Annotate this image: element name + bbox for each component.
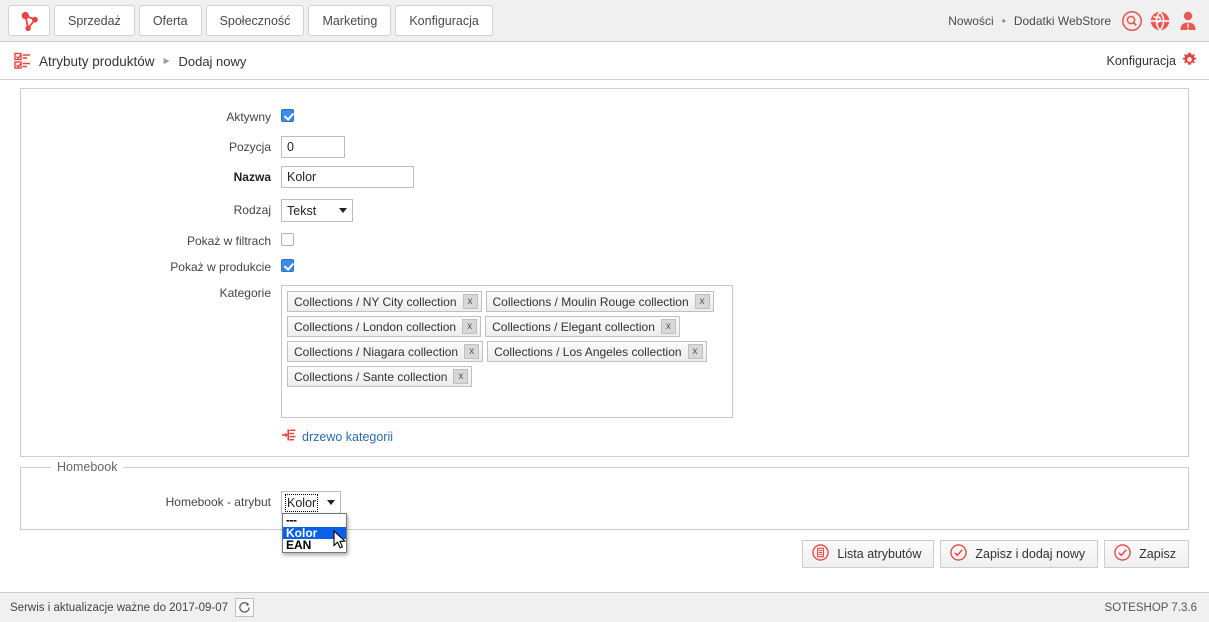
kategorie-multiselect[interactable]: Collections / NY City collection x Colle…: [281, 285, 733, 418]
remove-chip-icon[interactable]: x: [694, 294, 710, 309]
list-document-icon: [812, 544, 830, 564]
homebook-fieldset: Homebook Homebook - atrybut Kolor: [20, 460, 1189, 530]
field-row-rodzaj: Rodzaj Tekst: [21, 199, 353, 222]
configuration-link[interactable]: Konfiguracja: [1107, 42, 1198, 80]
input-nazwa[interactable]: [281, 166, 414, 188]
soteshop-logo-icon: [18, 11, 40, 31]
label-pozycja: Pozycja: [228, 140, 271, 154]
footer-version: SOTESHOP 7.3.6: [1104, 601, 1197, 614]
category-chip-label: Collections / Moulin Rouge collection: [492, 294, 689, 309]
category-chip-label: Collections / Sante collection: [294, 369, 448, 384]
zapisz-label: Zapisz: [1139, 547, 1176, 561]
footer-service-info: Serwis i aktualizacje ważne do 2017-09-0…: [10, 593, 254, 622]
option-empty[interactable]: ---: [283, 514, 346, 527]
select-homebook-atrybut[interactable]: Kolor: [281, 491, 341, 514]
category-chip-label: Collections / NY City collection: [294, 294, 457, 309]
breadcrumb-arrow-icon: ►: [161, 55, 172, 67]
remove-chip-icon[interactable]: x: [462, 319, 478, 334]
select-rodzaj[interactable]: Tekst: [281, 199, 353, 222]
category-tree-icon: [282, 428, 296, 445]
homebook-legend: Homebook: [51, 460, 124, 474]
form-action-buttons: Lista atrybutów Zapisz i dodaj nowy Zapi…: [802, 540, 1189, 568]
checkbox-pokaz-w-produkcie[interactable]: [281, 259, 294, 272]
chevron-down-icon: [339, 208, 347, 213]
main-nav-buttons: Sprzedaż Oferta Społeczność Marketing Ko…: [8, 5, 493, 36]
category-chip-label: Collections / Niagara collection: [294, 344, 459, 359]
user-icon[interactable]: [1175, 8, 1201, 34]
nav-item-marketing[interactable]: Marketing: [308, 5, 392, 36]
remove-chip-icon[interactable]: x: [660, 319, 676, 334]
category-chip-label: Collections / Los Angeles collection: [494, 344, 682, 359]
nav-item-konfiguracja[interactable]: Konfiguracja: [395, 5, 493, 36]
category-chip[interactable]: Collections / Niagara collection x: [287, 341, 484, 362]
label-homebook-atrybut: Homebook - atrybut: [165, 495, 271, 509]
zapisz-button[interactable]: Zapisz: [1104, 540, 1189, 568]
remove-chip-icon[interactable]: x: [453, 369, 469, 384]
label-pokaz-w-filtrach: Pokaż w filtrach: [186, 234, 271, 248]
service-validity-text: Serwis i aktualizacje ważne do 2017-09-0…: [10, 601, 228, 614]
link-dodatki-webstore[interactable]: Dodatki WebStore: [1008, 14, 1117, 28]
category-tree-link[interactable]: drzewo kategorii: [282, 428, 393, 445]
soteshop-logo-button[interactable]: [8, 5, 50, 36]
zapisz-i-dodaj-nowy-button[interactable]: Zapisz i dodaj nowy: [940, 540, 1099, 568]
link-nowosci[interactable]: Nowości: [942, 14, 999, 28]
label-nazwa: Nazwa: [233, 170, 271, 184]
nav-item-spolecznosc[interactable]: Społeczność: [205, 5, 305, 36]
select-homebook-value: Kolor: [284, 493, 319, 512]
breadcrumb: Atrybuty produktów ► Dodaj nowy: [14, 42, 246, 80]
field-row-kategorie: Kategorie Collections / NY City collecti…: [21, 285, 733, 418]
breadcrumb-current: Dodaj nowy: [178, 53, 247, 69]
lista-atrybutow-button[interactable]: Lista atrybutów: [802, 540, 935, 568]
remove-chip-icon[interactable]: x: [462, 294, 478, 309]
homebook-atrybut-option-list[interactable]: --- Kolor EAN: [282, 513, 347, 553]
attribute-form-panel: Aktywny Pozycja Nazwa Rodzaj Tekst Pokaż…: [20, 88, 1189, 457]
zapisz-i-dodaj-nowy-label: Zapisz i dodaj nowy: [975, 547, 1086, 561]
option-ean[interactable]: EAN: [283, 539, 346, 552]
category-chip-label: Collections / London collection: [294, 319, 457, 334]
select-rodzaj-value: Tekst: [287, 203, 317, 218]
input-pozycja[interactable]: [281, 136, 345, 158]
nav-item-oferta[interactable]: Oferta: [138, 5, 202, 36]
product-attributes-icon: [14, 52, 32, 70]
category-chip[interactable]: Collections / London collection x: [287, 316, 482, 337]
category-chip-label: Collections / Elegant collection: [492, 319, 655, 334]
configuration-label: Konfiguracja: [1106, 54, 1177, 68]
field-row-homebook-atrybut: Homebook - atrybut Kolor: [21, 491, 341, 514]
checkbox-aktywny[interactable]: [281, 109, 294, 122]
category-chip[interactable]: Collections / Moulin Rouge collection x: [485, 291, 714, 312]
chevron-down-icon: [327, 500, 335, 505]
check-circle-icon: [950, 544, 968, 564]
category-chip[interactable]: Collections / Los Angeles collection x: [487, 341, 707, 362]
remove-chip-icon[interactable]: x: [464, 344, 480, 359]
label-rodzaj: Rodzaj: [233, 203, 271, 217]
top-bar-right-section: Nowości • Dodatki WebStore: [942, 0, 1201, 42]
remove-chip-icon[interactable]: x: [687, 344, 703, 359]
gear-icon[interactable]: [1182, 52, 1197, 70]
category-tree-link-label: drzewo kategorii: [302, 429, 394, 444]
field-row-pokaz-w-produkcie: Pokaż w produkcie: [21, 259, 294, 275]
field-row-pozycja: Pozycja: [21, 136, 345, 158]
check-circle-icon: [1114, 544, 1131, 564]
field-row-aktywny: Aktywny: [21, 109, 294, 125]
label-pokaz-w-produkcie: Pokaż w produkcie: [170, 260, 271, 274]
field-row-nazwa: Nazwa: [21, 166, 414, 188]
lista-atrybutow-label: Lista atrybutów: [837, 547, 922, 561]
top-navigation-bar: Sprzedaż Oferta Społeczność Marketing Ko…: [0, 0, 1209, 42]
globe-icon[interactable]: [1147, 8, 1173, 34]
page-title[interactable]: Atrybuty produktów: [39, 54, 155, 69]
field-row-pokaz-w-filtrach: Pokaż w filtrach: [21, 233, 294, 249]
refresh-icon[interactable]: [234, 598, 254, 617]
label-aktywny: Aktywny: [226, 110, 271, 124]
category-chip[interactable]: Collections / Sante collection x: [287, 366, 473, 387]
nav-item-sprzedaz[interactable]: Sprzedaż: [54, 5, 135, 36]
checkbox-pokaz-w-filtrach[interactable]: [281, 233, 294, 246]
footer-bar: Serwis i aktualizacje ważne do 2017-09-0…: [0, 593, 1209, 622]
search-icon[interactable]: [1119, 8, 1145, 34]
category-chip[interactable]: Collections / Elegant collection x: [485, 316, 680, 337]
label-kategorie: Kategorie: [219, 286, 271, 300]
category-chip[interactable]: Collections / NY City collection x: [287, 291, 482, 312]
top-link-separator: •: [1001, 14, 1006, 28]
breadcrumb-bar: Atrybuty produktów ► Dodaj nowy Konfigur…: [0, 42, 1209, 80]
